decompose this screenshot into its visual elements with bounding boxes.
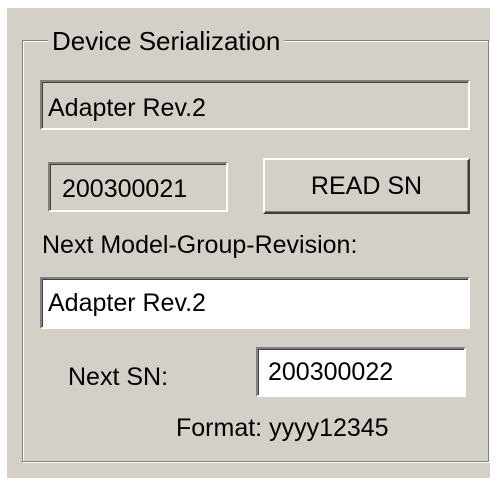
next-sn-input[interactable] [256, 347, 466, 397]
current-sn-value: 200300021 [62, 175, 188, 203]
current-model-field: Adapter Rev.2 [40, 80, 470, 130]
next-model-input[interactable] [40, 277, 470, 329]
read-sn-button[interactable]: READ SN [263, 158, 470, 214]
format-hint: Format: yyyy12345 [176, 414, 389, 442]
current-model-value: Adapter Rev.2 [48, 94, 206, 122]
next-sn-label: Next SN: [68, 363, 169, 391]
current-sn-field: 200300021 [48, 162, 228, 212]
group-title: Device Serialization [48, 26, 285, 56]
next-model-label: Next Model-Group-Revision: [42, 231, 358, 259]
